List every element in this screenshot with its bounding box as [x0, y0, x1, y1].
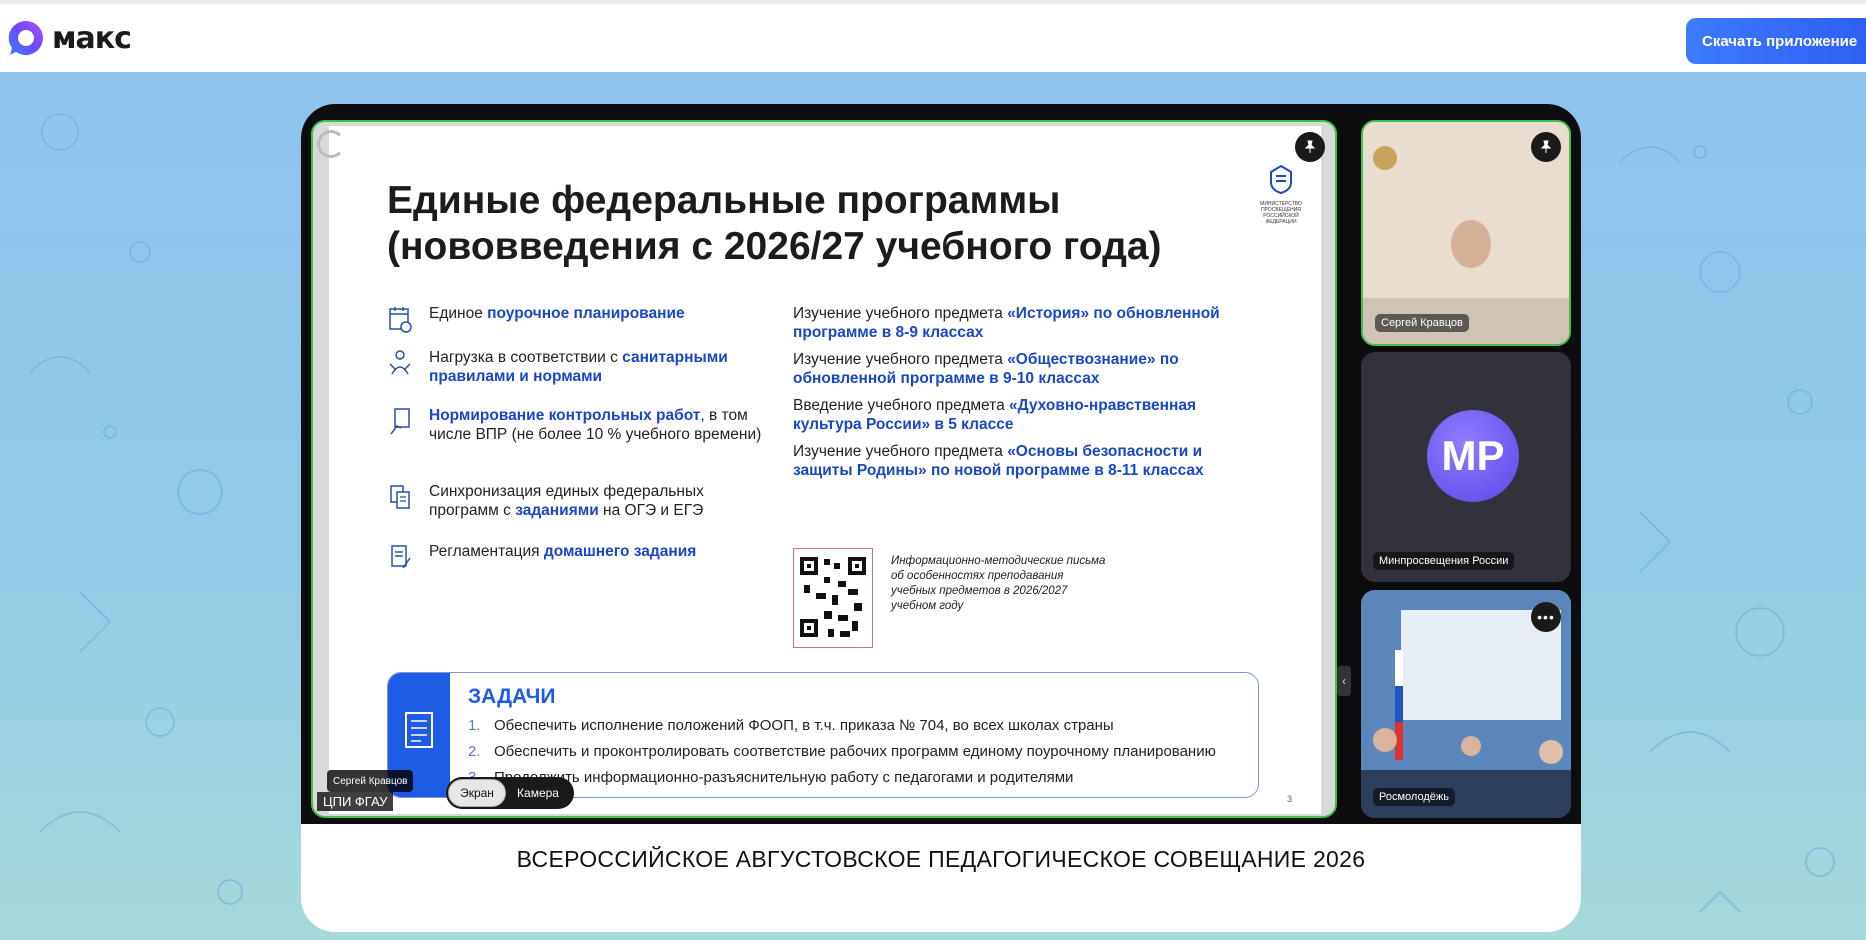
- app-name: макс: [52, 20, 132, 56]
- view-toggle: Экран Камера: [446, 777, 574, 809]
- video-area: Единые федеральные программы (нововведен…: [301, 104, 1581, 824]
- list-item: Нагрузка в соответствии с санитарными пр…: [387, 348, 767, 386]
- pin-button[interactable]: [1295, 132, 1325, 162]
- qr-code-icon[interactable]: [793, 548, 873, 648]
- source-label: ЦПИ ФГАУ: [317, 792, 394, 811]
- list-item: Единое поурочное планирование: [387, 304, 767, 334]
- download-app-button[interactable]: Скачать приложение: [1686, 18, 1866, 64]
- broadcast-card: Единые федеральные программы (нововведен…: [301, 104, 1581, 932]
- homework-pen-icon: [391, 545, 411, 569]
- avatar: МР: [1427, 410, 1519, 502]
- list-item: Изучение учебного предмета «Основы безоп…: [793, 443, 1204, 479]
- list-item: Нормирование контрольных работ, в том чи…: [387, 406, 767, 444]
- task-item: 2. Обеспечить и проконтролировать соответ…: [468, 743, 1216, 760]
- app-logo[interactable]: макс: [6, 18, 132, 58]
- chevron-left-icon: ‹: [1342, 674, 1346, 688]
- participant-name: Сергей Кравцов: [1375, 314, 1469, 332]
- pin-button[interactable]: [1531, 132, 1561, 162]
- slide-title: Единые федеральные программы (нововведен…: [387, 179, 1162, 268]
- camera-view-button[interactable]: Камера: [506, 779, 570, 807]
- participant-name: Минпросвещения России: [1373, 552, 1515, 570]
- qr-caption: Информационно-методические письма об осо…: [891, 555, 1106, 612]
- more-dots-icon: •••: [1537, 609, 1555, 625]
- pin-icon: [1540, 140, 1552, 153]
- more-options-button[interactable]: •••: [1531, 602, 1561, 632]
- screen-view-button[interactable]: Экран: [448, 779, 506, 807]
- list-item: Изучение учебного предмета «История» по …: [793, 305, 1220, 341]
- emblem-icon: [1270, 164, 1292, 195]
- person-balance-icon: [389, 350, 411, 375]
- screen-share-tile[interactable]: Единые федеральные программы (нововведен…: [311, 120, 1337, 818]
- documents-sync-icon: [390, 485, 410, 509]
- participant-tile-kravtsov[interactable]: Сергей Кравцов: [1361, 120, 1571, 346]
- hand-document-icon: [390, 408, 410, 435]
- pin-icon: [1304, 140, 1316, 153]
- loading-spinner-icon: [317, 130, 345, 158]
- participant-tile-minpros[interactable]: МР Минпросвещения России: [1361, 352, 1571, 582]
- list-item: Введение учебного предмета «Духовно-нрав…: [793, 397, 1197, 433]
- task-item: 1. Обеспечить исполнение положений ФООП, …: [468, 717, 1114, 734]
- calendar-icon: [389, 307, 412, 333]
- presentation-slide: Единые федеральные программы (нововведен…: [329, 126, 1321, 814]
- speaker-label: Сергей Кравцов: [327, 770, 414, 792]
- list-item: Синхронизация единых федеральных програм…: [387, 482, 767, 520]
- max-logo-icon: [8, 20, 43, 55]
- top-bar: макс Скачать приложение: [0, 0, 1866, 72]
- ministry-logo: Министерство просвещения Российской Феде…: [1259, 162, 1303, 225]
- list-item: Регламентация домашнего задания: [387, 542, 767, 572]
- broadcast-caption: ВСЕРОССИЙСКОЕ АВГУСТОВСКОЕ ПЕДАГОГИЧЕСКО…: [516, 846, 1366, 872]
- collapse-panel-button[interactable]: ‹: [1337, 666, 1351, 696]
- slide-page-number: 3: [1287, 794, 1293, 804]
- participant-name: Росмолодёжь: [1373, 788, 1455, 806]
- list-item: Изучение учебного предмета «Обществознан…: [793, 351, 1179, 387]
- participant-tile-rosmolodezh[interactable]: ••• Росмолодёжь: [1361, 590, 1571, 818]
- tasks-title: ЗАДАЧИ: [468, 685, 556, 708]
